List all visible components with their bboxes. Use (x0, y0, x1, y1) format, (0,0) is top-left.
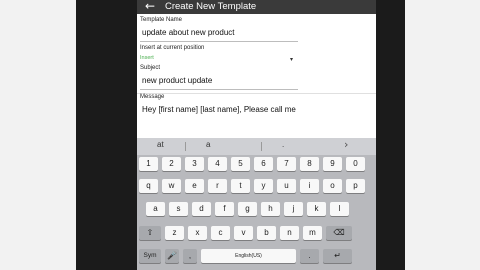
key-r[interactable]: r (208, 179, 227, 193)
subject-field[interactable]: new product update (142, 76, 212, 85)
form-divider (137, 93, 376, 94)
key-2[interactable]: 2 (162, 157, 181, 171)
key-i[interactable]: i (300, 179, 319, 193)
mic-key[interactable]: 🎤 (165, 249, 179, 263)
dropdown-arrow-icon[interactable]: ▾ (290, 56, 293, 63)
suggestion-divider (185, 142, 186, 151)
shift-key[interactable]: ⇧ (139, 226, 161, 240)
key-j[interactable]: j (284, 202, 303, 216)
backspace-icon: ⌫ (333, 228, 345, 237)
key-m[interactable]: m (303, 226, 322, 240)
key-g[interactable]: g (238, 202, 257, 216)
message-label: Message (140, 94, 165, 100)
key-x[interactable]: x (188, 226, 207, 240)
template-name-underline (140, 41, 298, 42)
shift-icon: ⇧ (146, 228, 154, 237)
key-q[interactable]: q (139, 179, 158, 193)
chevron-right-icon[interactable]: › (344, 138, 348, 151)
suggestion-bar: at a . › (137, 138, 376, 155)
suggestion-item[interactable]: . (282, 140, 284, 149)
left-background (0, 0, 76, 270)
key-e[interactable]: e (185, 179, 204, 193)
suggestion-item[interactable]: at (157, 140, 164, 149)
subject-underline (140, 89, 298, 90)
key-4[interactable]: 4 (208, 157, 227, 171)
key-b[interactable]: b (257, 226, 276, 240)
key-v[interactable]: v (234, 226, 253, 240)
suggestion-divider (261, 142, 262, 151)
template-name-label: Template Name (140, 17, 183, 23)
key-5[interactable]: 5 (231, 157, 250, 171)
phone-screen: ← Create New Template Template Name upda… (137, 0, 376, 270)
comma-key[interactable]: , (183, 249, 197, 263)
microphone-icon: 🎤 (167, 251, 177, 260)
message-field[interactable]: Hey [first name] [last name], Please cal… (140, 104, 373, 140)
key-z[interactable]: z (165, 226, 184, 240)
key-7[interactable]: 7 (277, 157, 296, 171)
right-background (405, 0, 480, 270)
key-p[interactable]: p (346, 179, 365, 193)
suggestion-item[interactable]: a (206, 140, 210, 149)
key-8[interactable]: 8 (300, 157, 319, 171)
key-a[interactable]: a (146, 202, 165, 216)
key-o[interactable]: o (323, 179, 342, 193)
sym-key[interactable]: Sym (139, 249, 161, 263)
template-form: Template Name update about new product I… (137, 14, 376, 128)
key-1[interactable]: 1 (139, 157, 158, 171)
key-t[interactable]: t (231, 179, 250, 193)
subject-label: Subject (140, 65, 161, 71)
phone-frame: ← Create New Template Template Name upda… (76, 0, 405, 270)
message-text: Hey [first name] [last name], Please cal… (142, 105, 296, 114)
key-d[interactable]: d (192, 202, 211, 216)
enter-key[interactable]: ↵ (323, 249, 352, 263)
key-y[interactable]: y (254, 179, 273, 193)
page-title: Create New Template (165, 1, 257, 12)
key-h[interactable]: h (261, 202, 280, 216)
key-6[interactable]: 6 (254, 157, 273, 171)
key-0[interactable]: 0 (346, 157, 365, 171)
key-9[interactable]: 9 (323, 157, 342, 171)
backspace-key[interactable]: ⌫ (326, 226, 352, 240)
key-u[interactable]: u (277, 179, 296, 193)
key-c[interactable]: c (211, 226, 230, 240)
arrow-left-icon[interactable]: ← (145, 0, 155, 13)
key-k[interactable]: k (307, 202, 326, 216)
enter-icon: ↵ (334, 251, 341, 260)
space-key[interactable]: English(US) (201, 249, 296, 263)
key-l[interactable]: l (330, 202, 349, 216)
template-name-field[interactable]: update about new product (142, 28, 235, 37)
key-s[interactable]: s (169, 202, 188, 216)
period-key[interactable]: . (300, 249, 319, 263)
insert-position-label: Insert at current position (140, 45, 205, 51)
key-w[interactable]: w (162, 179, 181, 193)
app-bar: ← Create New Template (137, 0, 376, 14)
key-f[interactable]: f (215, 202, 234, 216)
key-3[interactable]: 3 (185, 157, 204, 171)
key-n[interactable]: n (280, 226, 299, 240)
keyboard: at a . › 1 2 3 4 5 6 7 8 9 0 q w e r t y… (137, 138, 376, 270)
insert-dropdown[interactable]: Insert (140, 55, 154, 61)
